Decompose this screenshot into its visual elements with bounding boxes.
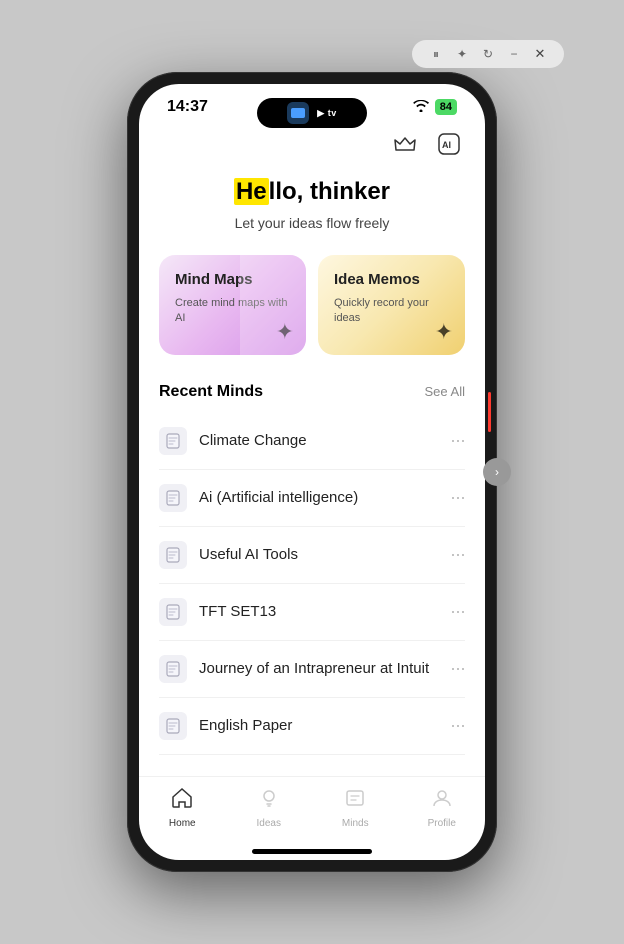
home-label: Home <box>169 818 196 829</box>
pause-icon[interactable]: ⏸ <box>428 46 444 62</box>
idea-memos-decoration: ✦ <box>435 319 453 345</box>
minimize-icon[interactable]: − <box>506 46 522 62</box>
list-more-icon[interactable]: ··· <box>442 544 465 565</box>
hero-title: Hello, thinker <box>159 178 465 207</box>
list-item-icon <box>159 598 187 626</box>
list-item-label: Useful AI Tools <box>199 546 442 563</box>
list-item-icon <box>159 484 187 512</box>
idea-memos-title: Idea Memos <box>334 271 449 288</box>
list-item-icon <box>159 655 187 683</box>
list-item-icon <box>159 712 187 740</box>
list-item-icon <box>159 427 187 455</box>
profile-icon <box>431 787 453 815</box>
list-item[interactable]: Ai (Artificial intelligence) ··· <box>159 470 465 527</box>
wifi-icon <box>413 100 429 115</box>
list-item[interactable]: TFT SET13 ··· <box>159 584 465 641</box>
list-item[interactable]: Journey of an Intrapreneur at Intuit ··· <box>159 641 465 698</box>
nav-home[interactable]: Home <box>139 787 226 829</box>
nav-profile[interactable]: Profile <box>399 787 486 829</box>
list-more-icon[interactable]: ··· <box>442 430 465 451</box>
list-item[interactable]: English Paper ··· <box>159 698 465 755</box>
status-right: 84 <box>413 99 457 115</box>
see-all-button[interactable]: See All <box>425 384 465 399</box>
idea-memos-subtitle: Quickly record your ideas <box>334 296 449 327</box>
di-app-icon <box>287 102 309 124</box>
list-item-label: Ai (Artificial intelligence) <box>199 489 442 506</box>
di-tv-label: ▶ tv <box>317 108 336 119</box>
status-time: 14:37 <box>167 98 208 116</box>
mind-maps-card[interactable]: Mind Maps Create mind maps with AI ✦ <box>159 255 306 355</box>
battery-indicator: 84 <box>435 99 457 115</box>
refresh-icon[interactable]: ↻ <box>480 46 496 62</box>
hero-highlight: He <box>234 178 269 205</box>
list-more-icon[interactable]: ··· <box>442 487 465 508</box>
scroll-indicator <box>488 392 491 432</box>
list-item-label: Climate Change <box>199 432 442 449</box>
mind-maps-subtitle: Create mind maps with AI <box>175 296 290 327</box>
section-header: Recent Minds See All <box>159 383 465 401</box>
home-indicator <box>252 849 372 854</box>
hero-subtitle: Let your ideas flow freely <box>159 215 465 231</box>
recent-section-title: Recent Minds <box>159 383 263 401</box>
hero-section: Hello, thinker Let your ideas flow freel… <box>159 168 465 255</box>
list-more-icon[interactable]: ··· <box>442 658 465 679</box>
star-icon[interactable]: ✦ <box>454 46 470 62</box>
minds-icon <box>344 787 366 815</box>
dynamic-island: ▶ tv <box>257 98 367 128</box>
ai-button[interactable]: AI <box>433 128 465 160</box>
hero-title-rest: llo, thinker <box>269 178 390 205</box>
side-arrow[interactable]: › <box>483 458 511 486</box>
top-icons: AI <box>139 124 485 168</box>
ideas-label: Ideas <box>257 818 281 829</box>
minds-label: Minds <box>342 818 369 829</box>
main-content: Hello, thinker Let your ideas flow freel… <box>139 168 485 776</box>
ideas-icon <box>258 787 280 815</box>
browser-chrome: ⏸ ✦ ↻ − ✕ <box>412 40 564 68</box>
nav-minds[interactable]: Minds <box>312 787 399 829</box>
recent-list: Climate Change ··· Ai (Artificial intell… <box>159 413 465 755</box>
mind-maps-decoration: ✦ <box>276 319 294 345</box>
list-item-icon <box>159 541 187 569</box>
list-item[interactable]: Climate Change ··· <box>159 413 465 470</box>
list-item-label: TFT SET13 <box>199 603 442 620</box>
phone-frame: 14:37 ▶ tv 84 <box>127 72 497 872</box>
cards-row: Mind Maps Create mind maps with AI ✦ Ide… <box>159 255 465 355</box>
phone-screen: 14:37 ▶ tv 84 <box>139 84 485 860</box>
crown-button[interactable] <box>389 128 421 160</box>
list-item-label: English Paper <box>199 717 442 734</box>
list-more-icon[interactable]: ··· <box>442 715 465 736</box>
mind-maps-title: Mind Maps <box>175 271 290 288</box>
list-item[interactable]: Useful AI Tools ··· <box>159 527 465 584</box>
bottom-nav: Home Ideas <box>139 776 485 849</box>
di-icon-inner <box>291 108 305 118</box>
list-item-label: Journey of an Intrapreneur at Intuit <box>199 660 442 677</box>
svg-text:AI: AI <box>442 140 451 150</box>
idea-memos-card[interactable]: Idea Memos Quickly record your ideas ✦ <box>318 255 465 355</box>
home-icon <box>171 787 193 815</box>
list-more-icon[interactable]: ··· <box>442 601 465 622</box>
status-bar: 14:37 ▶ tv 84 <box>139 84 485 124</box>
nav-ideas[interactable]: Ideas <box>226 787 313 829</box>
profile-label: Profile <box>428 818 456 829</box>
close-icon[interactable]: ✕ <box>532 46 548 62</box>
